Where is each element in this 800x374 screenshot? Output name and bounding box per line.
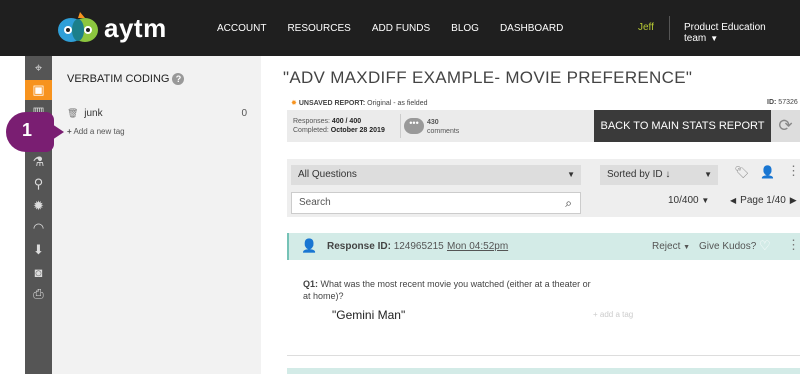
question-select-value: All Questions [298,169,357,180]
response-id-label: Response ID: [327,241,391,252]
prev-page-icon[interactable]: ◀ [730,196,736,205]
tag-item[interactable]: 🗑 junk 0 [67,108,247,119]
tag-count: 0 [241,108,247,119]
help-icon[interactable]: ? [172,73,185,86]
plus-icon: + [67,127,72,136]
comments-label: comments [427,128,460,135]
main-nav: ACCOUNT RESOURCES ADD FUNDS BLOG DASHBOA… [217,0,584,56]
search-input[interactable]: Search ⌕ [291,192,581,214]
nav-dashboard[interactable]: DASHBOARD [500,23,563,34]
id-label: ID: [767,99,777,106]
microscope-icon[interactable]: ⚲ [25,174,52,194]
chevron-down-icon: ▼ [701,196,710,205]
trash-icon[interactable]: 🗑 [67,108,78,118]
more-options-icon[interactable]: ⋮ [787,163,800,179]
head-profile-icon[interactable]: ◙ [25,262,52,282]
gear-icon: ✸ [291,100,297,107]
sort-select-value: Sorted by ID ↓ [607,169,671,180]
sun-icon[interactable]: ✹ [25,196,52,216]
filter-bar: All Questions ▼ Sorted by ID ↓ ▼ 🏷 👤 ⋮ S… [287,159,800,217]
responses-label: Responses: [293,118,330,125]
unsaved-label: UNSAVED REPORT: [298,100,366,107]
pagination: ◀ Page 1/40 ▶ [730,195,797,206]
unsaved-report-status: ✸ UNSAVED REPORT: Original - as fielded [291,99,427,107]
reject-dropdown[interactable]: Reject ▼ [652,241,690,252]
response-stats: Responses: 400 / 400 Completed: October … [293,117,385,135]
report-title: "ADV MAXDIFF EXAMPLE- MOVIE PREFERENCE" [283,68,693,87]
responses-value: 400 / 400 [331,118,362,125]
crosshair-icon[interactable]: ⌖ [25,58,52,78]
question-select[interactable]: All Questions ▼ [291,165,581,185]
page-size-select[interactable]: 10/400 ▼ [668,195,709,206]
next-page-icon[interactable]: ▶ [790,195,797,205]
add-tag-link[interactable]: + Add a new tag [67,127,125,136]
chevron-down-icon: ▼ [710,34,719,43]
print-icon[interactable]: ⎙ [25,284,52,304]
divider [669,16,670,40]
comment-bubble-icon[interactable]: ••• [404,118,424,134]
panel-title-text: VERBATIM CODING [67,73,170,85]
user-name[interactable]: Jeff [638,22,654,33]
search-placeholder: Search [299,197,331,208]
response-body: Q1: What was the most recent movie you w… [287,260,800,356]
person-icon: 👤 [301,238,318,253]
tag-name: junk [84,108,103,119]
completed-value: October 28 2019 [330,127,385,134]
person-icon[interactable]: 👤 [760,165,775,179]
heart-icon[interactable]: ♡ [759,238,771,254]
team-name: Product Education team [684,22,766,44]
page-size-value: 10/400 [668,195,699,206]
reject-label: Reject [652,241,681,252]
search-icon[interactable]: ⌕ [565,193,572,213]
completed-label: Completed: [293,127,329,134]
response-header: 👤 Response ID: 124965215 Mon 04:52pm Rej… [287,233,800,260]
response-time-link[interactable]: Mon 04:52pm [447,241,508,252]
step-number: 1 [22,120,33,140]
page-info-text: Page 1/40 [740,195,786,206]
divider [400,114,401,138]
download-arrow-icon[interactable]: ⬇ [25,240,52,260]
next-response-header [287,368,800,374]
add-tag-link[interactable]: + add a tag [593,310,633,319]
logo-text: aytm [104,13,167,43]
nav-add-funds[interactable]: ADD FUNDS [372,23,430,34]
top-navigation-bar: aytm ACCOUNT RESOURCES ADD FUNDS BLOG DA… [0,0,800,56]
nav-blog[interactable]: BLOG [451,23,479,34]
flask-icon[interactable]: ⚗ [25,152,52,172]
logo-mark-icon [58,12,98,42]
comments-summary[interactable]: 430 comments [427,118,459,136]
team-selector[interactable]: Product Education team ▼ [684,22,800,44]
response-id: Response ID: 124965215 [327,241,444,252]
nav-resources[interactable]: RESOURCES [287,23,350,34]
main-content: "ADV MAXDIFF EXAMPLE- MOVIE PREFERENCE" … [261,56,800,374]
more-options-icon[interactable]: ⋮ [787,237,800,253]
question-label: Q1: [303,279,319,289]
step-callout-badge: 1 [6,112,64,152]
panel-title: VERBATIM CODING? [67,73,185,86]
add-tag-label: Add a new tag [73,127,125,136]
give-kudos-label: Give Kudos? [699,241,757,252]
back-to-main-stats-button[interactable]: BACK TO MAIN STATS REPORT [594,110,771,142]
unsaved-detail: Original - as fielded [367,100,428,107]
question-body: What was the most recent movie you watch… [303,279,591,301]
chevron-down-icon: ▼ [567,170,575,179]
question-text: Q1: What was the most recent movie you w… [303,278,593,302]
tag-icon[interactable]: 🏷 [734,165,749,179]
response-id-value: 124965215 [393,241,444,252]
refresh-icon[interactable]: ⟳ [771,110,800,142]
aytm-logo[interactable]: aytm [58,10,208,46]
id-value: 57326 [778,99,798,106]
presentation-icon[interactable]: ▣ [25,80,52,100]
chevron-down-icon: ▼ [683,244,691,251]
comments-count: 430 [427,119,439,126]
chevron-down-icon: ▼ [704,170,712,179]
sort-select[interactable]: Sorted by ID ↓ ▼ [600,165,718,185]
rainbow-icon[interactable]: ◠ [25,218,52,238]
nav-account[interactable]: ACCOUNT [217,23,266,34]
report-id: ID: 57326 [767,99,798,106]
verbatim-coding-panel: VERBATIM CODING? 🗑 junk 0 + Add a new ta… [52,56,261,374]
answer-text: "Gemini Man" [332,308,406,322]
